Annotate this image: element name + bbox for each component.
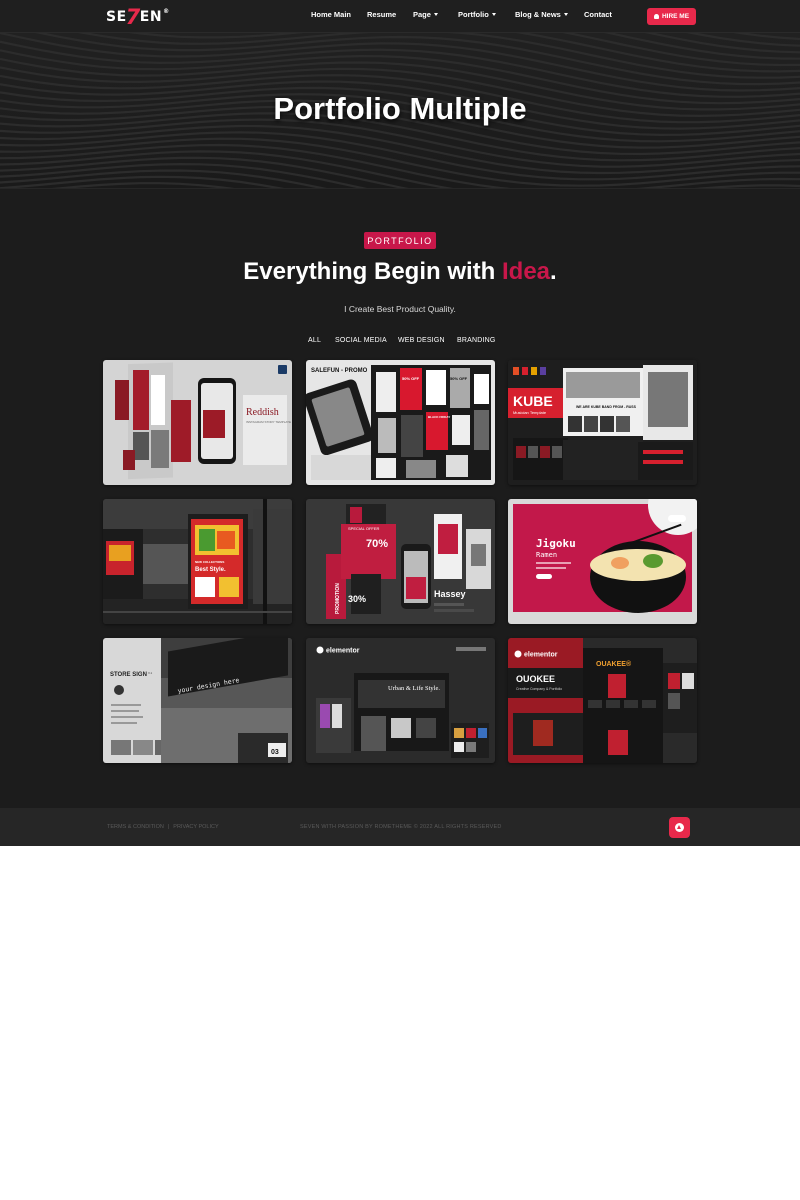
chevron-down-icon [433,13,438,16]
menu-item-blog-news[interactable]: Blog & News [515,10,568,19]
filter-social-media[interactable]: SOCIAL MEDIA [335,337,387,344]
ouokee-subtitle: Creative Company & Portfolio [516,687,562,691]
salefun-title: SALEFUN - PROMO [311,368,368,374]
menu-label: Contact [584,10,612,19]
filter-branding[interactable]: BRANDING [457,337,496,344]
footer-separator: | [167,824,170,830]
kube-title: KUBE [513,393,553,409]
best-style-title: Best Style. [195,567,226,573]
arrow-up-icon [675,823,684,832]
heading-text: Everything Begin with [243,258,496,285]
elementor-brand: elementor [326,648,360,655]
portfolio-item-kube[interactable]: KUBE Musician Template WE ARE KUBE BAND … [508,360,697,485]
portfolio-filters: ALL SOCIAL MEDIA WEB DESIGN BRANDING [0,337,800,349]
filter-all[interactable]: ALL [308,337,321,344]
hassey-30: 30% [348,594,366,604]
portfolio-item-hassey[interactable]: PROMOTION SPECIAL OFFER 70% 30% Hassey [306,499,495,624]
chevron-down-icon [491,13,496,16]
store-sign-version: V.1 [148,671,153,675]
ouokee-title: OUOKEE [516,674,555,684]
footer-links: TERMS & CONDITION | PRIVACY POLICY [107,824,219,830]
ouakee-badge: OUAKEE® [596,660,632,668]
section-heading: Everything Begin with Idea. [0,258,800,286]
jigoku-title: Jigoku [536,537,576,550]
ouokee-brand: elementor [524,652,558,659]
best-style-caption: NEW COLLECTIONS [195,560,224,564]
section-subtext: I Create Best Product Quality. [344,304,456,314]
hassey-promo: PROMOTION [335,583,341,614]
copyright: SEVEN WITH PASSION BY ROMETHEME © 2022 A… [300,824,502,830]
menu-item-home-main[interactable]: Home Main [311,10,351,19]
menu-label: Resume [367,10,397,19]
reddish-title: Reddish [246,407,279,418]
urban-title: Urban & Life Style. [388,685,440,692]
menu-item-contact[interactable]: Contact [584,10,612,19]
heading-accent: Idea [502,258,551,285]
jigoku-subtitle: Ramen [536,551,557,559]
portfolio-item-reddish[interactable]: Reddish INSTAGRAM STORY TEMPLATE [103,360,292,485]
store-sign-number: 03 [271,749,279,756]
menu-item-resume[interactable]: Resume [367,10,396,19]
bell-icon [653,14,659,19]
footer-link-privacy[interactable]: PRIVACY POLICY [173,824,218,830]
menu-label: Page [413,10,431,19]
page-header: Portfolio Multiple [0,33,800,189]
salefun-tag-2: BLACK FRIDAY [428,415,450,419]
portfolio-item-best-style[interactable]: NEW COLLECTIONS Best Style. [103,499,292,624]
menu-label: Blog & News [515,10,561,19]
store-sign-title: STORE SIGN [110,672,147,678]
hassey-title: Hassey [434,589,466,599]
portfolio-item-jigoku[interactable]: Jigoku Ramen [508,499,697,624]
hire-me-label: HIRE ME [661,13,690,20]
hassey-offer: SPECIAL OFFER [348,526,380,531]
navbar: SE 7 EN ® Home Main Resume Page Portfolio B… [0,0,800,33]
portfolio-item-store-sign[interactable]: STORE SIGN V.1 your design here 03 [103,638,292,763]
hassey-70: 70% [366,538,388,550]
filter-web-design[interactable]: WEB DESIGN [398,337,445,344]
portfolio-section: PORTFOLIO Everything Begin with Idea. I … [0,190,800,808]
salefun-tag-1: 50% OFF [402,376,420,381]
kube-subtitle: Musician Template [513,410,547,415]
menu-item-page[interactable]: Page [413,10,438,19]
kube-caption: WE ARE KUBE BAND FROM - RUSS [576,405,637,409]
portfolio-item-urban-lifestyle[interactable]: elementor Urban & Life Style. [306,638,495,763]
menu-label: Portfolio [458,10,489,19]
footer-link-terms[interactable]: TERMS & CONDITION [107,824,164,830]
heading-period: . [550,258,557,285]
salefun-tag-3: 50% OFF [450,376,468,381]
menu-label: Home Main [311,10,352,19]
menu-item-portfolio[interactable]: Portfolio [458,10,496,19]
page: SE 7 EN ® Home Main Resume Page Portfolio B… [0,0,800,846]
page-title: Portfolio Multiple [273,91,527,126]
portfolio-item-ouokee[interactable]: elementor OUOKEE Creative Company & Port… [508,638,697,763]
chevron-down-icon [563,13,568,16]
section-badge: PORTFOLIO [364,232,436,249]
back-to-top-button[interactable] [669,817,690,838]
reddish-subtitle: INSTAGRAM STORY TEMPLATE [246,420,291,424]
portfolio-item-salefun[interactable]: SALEFUN - PROMO 50% OFF BLACK FRIDAY 50%… [306,360,495,485]
footer: TERMS & CONDITION | PRIVACY POLICY SEVEN… [0,808,800,846]
hire-me-button[interactable]: HIRE ME [647,8,696,25]
